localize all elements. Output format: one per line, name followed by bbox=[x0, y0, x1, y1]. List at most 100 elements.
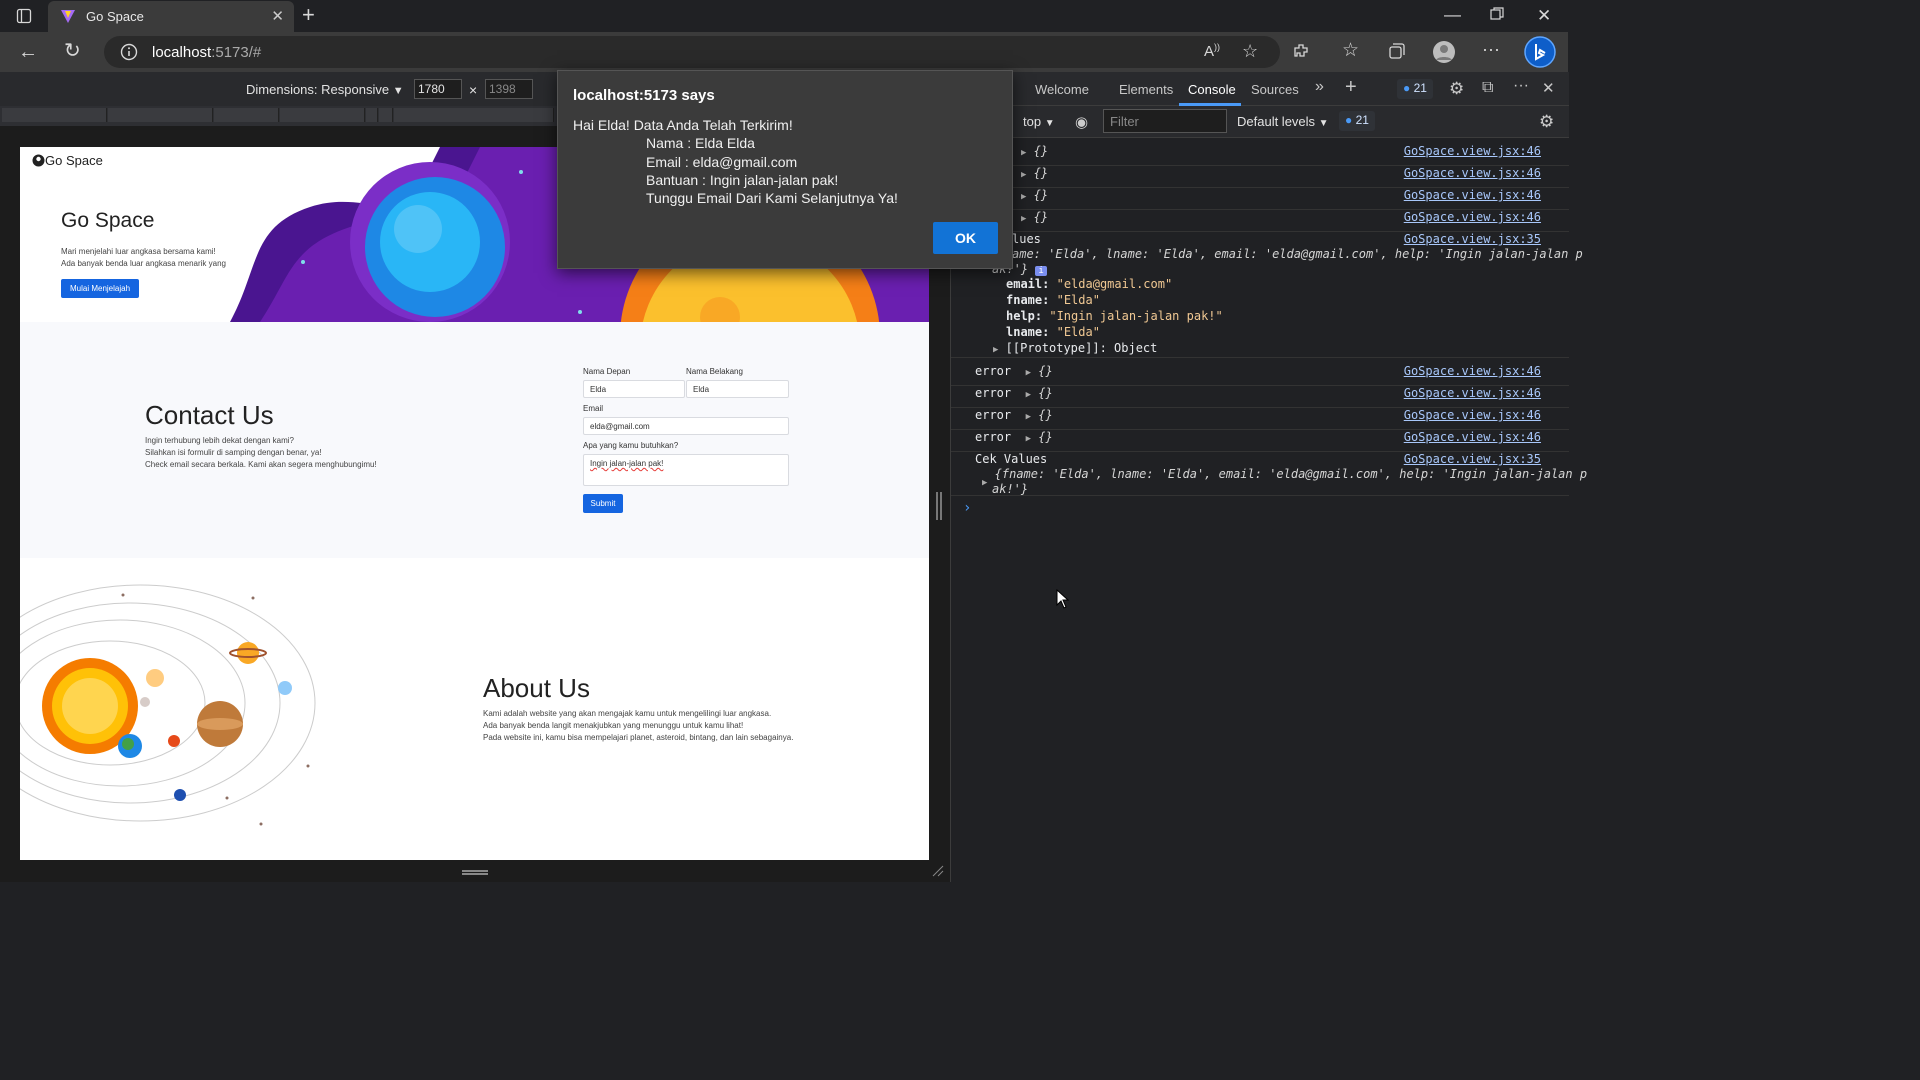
read-aloud-icon[interactable]: A)) bbox=[1204, 43, 1220, 60]
email-input[interactable]: elda@gmail.com bbox=[583, 417, 789, 435]
source-link[interactable]: GoSpace.view.jsx:46 bbox=[1404, 166, 1541, 180]
new-tab-icon[interactable]: + bbox=[302, 4, 315, 26]
close-devtools-icon[interactable]: ✕ bbox=[1542, 79, 1555, 97]
refresh-icon[interactable]: ↻ bbox=[64, 41, 81, 61]
console-message[interactable]: ▶ {} GoSpace.view.jsx:46 bbox=[951, 210, 1569, 232]
messages-badge[interactable]: ● 21 bbox=[1339, 111, 1375, 131]
console-prompt[interactable]: › bbox=[963, 500, 971, 516]
profile-avatar-icon[interactable] bbox=[1432, 40, 1456, 67]
add-favorite-icon[interactable]: ☆ bbox=[1242, 42, 1258, 60]
expand-triangle-icon[interactable]: ▶ bbox=[1021, 214, 1026, 224]
source-link[interactable]: GoSpace.view.jsx:46 bbox=[1404, 430, 1541, 444]
expand-triangle-icon[interactable]: ▶ bbox=[1026, 412, 1031, 422]
restore-icon[interactable] bbox=[1490, 7, 1504, 24]
expand-triangle-icon[interactable]: ▶ bbox=[1021, 148, 1026, 158]
console-message[interactable]: Cek Values GoSpace.view.jsx:35 ▶ {fname:… bbox=[951, 452, 1587, 496]
source-link[interactable]: GoSpace.view.jsx:46 bbox=[1404, 386, 1541, 400]
media-query-segment[interactable] bbox=[214, 108, 279, 122]
live-expression-eye-icon[interactable]: ◉ bbox=[1075, 113, 1088, 131]
devtools-more-icon[interactable]: ··· bbox=[1513, 77, 1529, 95]
expand-triangle-icon[interactable]: ▶ bbox=[1021, 170, 1026, 180]
media-query-segment[interactable] bbox=[108, 108, 213, 122]
tab-close-icon[interactable]: ✕ bbox=[271, 7, 284, 25]
tab-elements[interactable]: Elements bbox=[1119, 82, 1173, 97]
extensions-icon[interactable] bbox=[1292, 42, 1310, 63]
alert-ok-button[interactable]: OK bbox=[933, 222, 998, 254]
submit-button[interactable]: Submit bbox=[583, 494, 623, 513]
back-icon[interactable]: ← bbox=[18, 42, 38, 62]
device-emulation-icon[interactable]: ⧉ bbox=[1482, 79, 1493, 97]
site-brand[interactable]: Go Space bbox=[32, 153, 103, 168]
help-textarea[interactable]: Ingin jalan-jalan pak! bbox=[583, 454, 789, 486]
bing-chat-icon[interactable] bbox=[1524, 36, 1556, 71]
source-link[interactable]: GoSpace.view.jsx:46 bbox=[1404, 408, 1541, 422]
console-message-expanded[interactable]: lues GoSpace.view.jsx:35 ame: 'Elda', ln… bbox=[951, 232, 1583, 358]
media-query-segment[interactable] bbox=[2, 108, 107, 122]
alert-message-line: Email : elda@gmail.com bbox=[646, 154, 798, 170]
source-link[interactable]: GoSpace.view.jsx:46 bbox=[1404, 144, 1541, 158]
viewport-bottom-handle[interactable] bbox=[462, 870, 488, 875]
source-link[interactable]: GoSpace.view.jsx:46 bbox=[1404, 210, 1541, 224]
vite-logo-icon bbox=[60, 8, 76, 29]
first-name-input[interactable]: Elda bbox=[583, 380, 685, 398]
minimize-icon[interactable]: — bbox=[1444, 6, 1461, 23]
expand-triangle-icon[interactable]: ▶ bbox=[1026, 390, 1031, 400]
media-query-segment[interactable] bbox=[366, 108, 378, 122]
console-filter-input[interactable]: Filter bbox=[1103, 109, 1227, 133]
url-text[interactable]: localhost:5173/# bbox=[152, 44, 261, 61]
browser-tab[interactable]: Go Space ✕ bbox=[48, 1, 294, 32]
address-bar[interactable]: localhost:5173/# A)) ☆ bbox=[104, 36, 1280, 68]
media-query-segment[interactable] bbox=[379, 108, 393, 122]
source-link[interactable]: GoSpace.view.jsx:35 bbox=[1404, 452, 1541, 466]
expand-triangle-icon[interactable]: ▶ bbox=[1026, 434, 1031, 444]
info-badge-icon[interactable]: i bbox=[1035, 266, 1047, 276]
hero-title: Go Space bbox=[61, 209, 155, 232]
browser-toolbar: ← ↻ localhost:5173/# A)) ☆ ☆ ··· bbox=[0, 32, 1568, 72]
site-info-icon[interactable] bbox=[120, 43, 138, 66]
expand-triangle-icon[interactable]: ▶ bbox=[982, 478, 987, 488]
explore-button[interactable]: Mulai Menjelajah bbox=[61, 279, 139, 298]
help-label: Apa yang kamu butuhkan? bbox=[583, 441, 679, 450]
last-name-input[interactable]: Elda bbox=[686, 380, 789, 398]
console-error[interactable]: error ▶ {} GoSpace.view.jsx:46 bbox=[951, 430, 1569, 452]
source-link[interactable]: GoSpace.view.jsx:46 bbox=[1404, 188, 1541, 202]
tab-actions-icon[interactable] bbox=[16, 8, 32, 27]
tab-welcome[interactable]: Welcome bbox=[1035, 82, 1089, 97]
console-error[interactable]: error ▶ {} GoSpace.view.jsx:46 bbox=[951, 408, 1569, 430]
source-link[interactable]: GoSpace.view.jsx:35 bbox=[1404, 232, 1541, 246]
collections-icon[interactable] bbox=[1388, 42, 1406, 63]
console-settings-gear-icon[interactable]: ⚙ bbox=[1539, 112, 1554, 132]
more-options-icon[interactable]: ··· bbox=[1482, 40, 1500, 58]
context-selector[interactable]: top ▼ bbox=[1023, 114, 1055, 129]
source-link[interactable]: GoSpace.view.jsx:46 bbox=[1404, 364, 1541, 378]
console-message[interactable]: ▶ {} GoSpace.view.jsx:46 bbox=[951, 144, 1569, 166]
close-window-icon[interactable]: ✕ bbox=[1537, 7, 1551, 24]
alert-message-line: Hai Elda! Data Anda Telah Terkirim! bbox=[573, 117, 793, 133]
devtools-panel: Welcome Elements Console Sources » + ● 2… bbox=[950, 72, 1587, 882]
media-query-segment[interactable] bbox=[280, 108, 365, 122]
tab-title: Go Space bbox=[86, 9, 144, 24]
console-error[interactable]: error ▶ {} GoSpace.view.jsx:46 bbox=[951, 386, 1569, 408]
corner-resize-icon[interactable] bbox=[932, 864, 944, 882]
title-bar: Go Space ✕ + — ✕ bbox=[0, 0, 1568, 32]
viewport-width-input[interactable]: 1780 bbox=[414, 79, 462, 99]
viewport-resize-handle[interactable] bbox=[936, 492, 942, 520]
more-tabs-icon[interactable]: » bbox=[1315, 78, 1324, 96]
media-query-segment[interactable] bbox=[394, 108, 554, 122]
viewport-height-input[interactable]: 1398 bbox=[485, 79, 533, 99]
expand-triangle-icon[interactable]: ▶ bbox=[1021, 192, 1026, 202]
console-message[interactable]: ▶ {} GoSpace.view.jsx:46 bbox=[951, 188, 1569, 210]
add-tab-icon[interactable]: + bbox=[1345, 76, 1357, 99]
expand-triangle-icon[interactable]: ▶ bbox=[993, 345, 998, 355]
console-error[interactable]: error ▶ {} GoSpace.view.jsx:46 bbox=[951, 364, 1569, 386]
expand-triangle-icon[interactable]: ▶ bbox=[1026, 368, 1031, 378]
settings-gear-icon[interactable]: ⚙ bbox=[1449, 79, 1464, 99]
tab-console[interactable]: Console bbox=[1188, 82, 1236, 97]
log-levels-dropdown[interactable]: Default levels ▼ bbox=[1237, 114, 1329, 129]
message-icon: ● bbox=[1345, 113, 1353, 127]
issues-badge[interactable]: ● 21 bbox=[1397, 79, 1433, 99]
tab-sources[interactable]: Sources bbox=[1251, 82, 1299, 97]
console-message[interactable]: ▶ {} GoSpace.view.jsx:46 bbox=[951, 166, 1569, 188]
favorites-icon[interactable]: ☆ bbox=[1342, 41, 1359, 60]
dimensions-dropdown[interactable]: Dimensions: Responsive ▼ bbox=[246, 82, 404, 97]
